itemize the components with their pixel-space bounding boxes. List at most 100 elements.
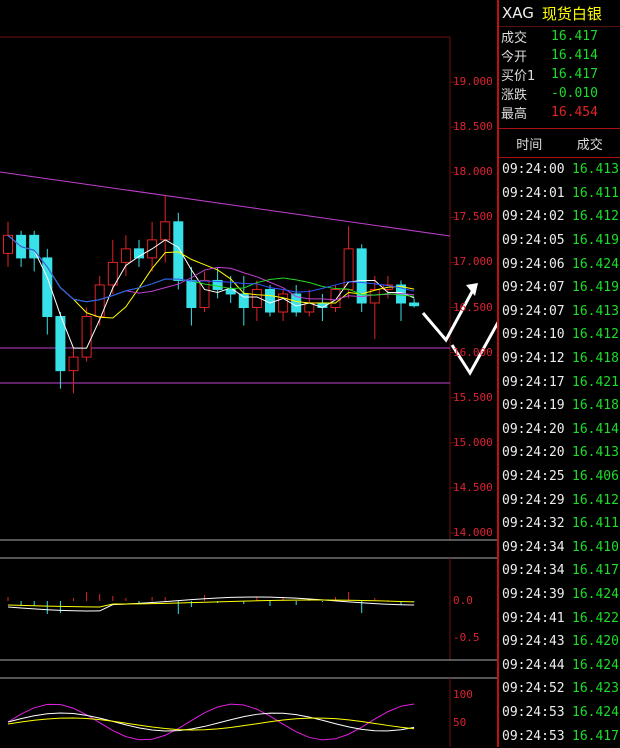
tick-price: 16.417 (572, 729, 619, 744)
tick-row[interactable]: 09:24:0016.413 (499, 158, 620, 182)
quote-label: 今开 (501, 46, 551, 65)
quote-value: -0.010 (551, 86, 598, 101)
tick-row[interactable]: 09:24:0216.412 (499, 205, 620, 229)
tick-time: 09:24:43 (502, 634, 572, 649)
tick-time: 09:24:39 (502, 587, 572, 602)
tick-row[interactable]: 09:24:2016.413 (499, 441, 620, 465)
tick-row[interactable]: 09:24:5216.423 (499, 677, 620, 701)
tick-time: 09:24:44 (502, 658, 572, 673)
tick-time: 09:24:34 (502, 563, 572, 578)
tick-price: 16.411 (572, 186, 619, 201)
tick-time: 09:24:06 (502, 257, 572, 272)
tick-price: 16.418 (572, 351, 619, 366)
price-axis-label: 16.000 (453, 346, 493, 359)
candle-body (121, 249, 130, 263)
tick-row[interactable]: 09:24:2016.414 (499, 418, 620, 442)
tick-price: 16.419 (572, 233, 619, 248)
tick-price: 16.424 (572, 587, 619, 602)
quote-value: 16.454 (551, 105, 598, 120)
ticks-header-price: 成交 (560, 134, 620, 153)
tick-row[interactable]: 09:24:4416.424 (499, 653, 620, 677)
tick-row[interactable]: 09:24:0716.413 (499, 300, 620, 324)
candle-body (344, 249, 353, 290)
kdj-axis-label-0: 100 (453, 688, 473, 701)
tick-time: 09:24:17 (502, 375, 572, 390)
price-axis-label: 16.500 (453, 301, 493, 314)
tick-price: 16.423 (572, 681, 619, 696)
quote-summary: 成交16.417今开16.414买价116.417涨跌-0.010最高16.45… (499, 27, 620, 122)
tick-price: 16.412 (572, 493, 619, 508)
candle-body (187, 280, 196, 307)
quote-panel: XAG 现货白银 成交16.417今开16.414买价116.417涨跌-0.0… (497, 0, 620, 747)
tick-list[interactable]: 09:24:0016.41309:24:0116.41109:24:0216.4… (499, 158, 620, 748)
price-axis-label: 18.000 (453, 165, 493, 178)
candle-body (161, 222, 170, 240)
tick-time: 09:24:10 (502, 327, 572, 342)
tick-time: 09:24:12 (502, 351, 572, 366)
tick-row[interactable]: 09:24:3916.424 (499, 583, 620, 607)
tick-row[interactable]: 09:24:3416.410 (499, 536, 620, 560)
candle-body (56, 317, 65, 371)
tick-price: 16.418 (572, 398, 619, 413)
tick-row[interactable]: 09:24:1016.412 (499, 323, 620, 347)
tick-time: 09:24:01 (502, 186, 572, 201)
tick-row[interactable]: 09:24:2916.412 (499, 488, 620, 512)
tick-price: 16.417 (572, 563, 619, 578)
price-axis-label: 15.500 (453, 391, 493, 404)
price-axis-label: 19.000 (453, 75, 493, 88)
quote-label: 成交 (501, 27, 551, 46)
candle-body (279, 294, 288, 312)
kline-chart[interactable]: 19.00018.50018.00017.50017.00016.50016.0… (0, 0, 497, 747)
kdj-j-line (8, 704, 414, 740)
price-axis-label: 18.500 (453, 120, 493, 133)
tick-price: 16.424 (572, 658, 619, 673)
macd-axis-label-1: -0.5 (453, 631, 480, 644)
tick-price: 16.419 (572, 280, 619, 295)
tick-row[interactable]: 09:24:5316.424 (499, 701, 620, 725)
symbol-name: 现货白银 (542, 3, 602, 24)
tick-price: 16.413 (572, 162, 619, 177)
tick-row[interactable]: 09:24:0716.419 (499, 276, 620, 300)
tick-row[interactable]: 09:24:0616.424 (499, 252, 620, 276)
tick-time: 09:24:52 (502, 681, 572, 696)
tick-row[interactable]: 09:24:5316.417 (499, 724, 620, 748)
tick-time: 09:24:05 (502, 233, 572, 248)
symbol-code: XAG (502, 4, 534, 22)
tick-row[interactable]: 09:24:0116.411 (499, 182, 620, 206)
tick-price: 16.421 (572, 375, 619, 390)
tick-row[interactable]: 09:24:1916.418 (499, 394, 620, 418)
price-axis-label: 14.500 (453, 481, 493, 494)
tick-time: 09:24:00 (502, 162, 572, 177)
macd-axis-label-0: 0.0 (453, 594, 473, 607)
tick-price: 16.412 (572, 327, 619, 342)
kdj-k-line (8, 713, 414, 731)
tick-time: 09:24:25 (502, 469, 572, 484)
quote-label: 最高 (501, 103, 551, 122)
candle-body (266, 289, 275, 312)
tick-price: 16.412 (572, 209, 619, 224)
tick-row[interactable]: 09:24:4316.420 (499, 630, 620, 654)
tick-row[interactable]: 09:24:2516.406 (499, 465, 620, 489)
tick-time: 09:24:41 (502, 611, 572, 626)
tick-row[interactable]: 09:24:1716.421 (499, 370, 620, 394)
tick-time: 09:24:34 (502, 540, 572, 555)
candle-body (174, 222, 183, 281)
tick-time: 09:24:19 (502, 398, 572, 413)
tick-price: 16.420 (572, 634, 619, 649)
quote-value: 16.417 (551, 29, 598, 44)
tick-row[interactable]: 09:24:1216.418 (499, 347, 620, 371)
tick-price: 16.414 (572, 422, 619, 437)
tick-row[interactable]: 09:24:3216.411 (499, 512, 620, 536)
quote-label: 买价1 (501, 65, 551, 84)
candle-body (82, 317, 91, 358)
tick-row[interactable]: 09:24:0516.419 (499, 229, 620, 253)
tick-time: 09:24:53 (502, 729, 572, 744)
candle-body (69, 357, 78, 371)
tick-row[interactable]: 09:24:3416.417 (499, 559, 620, 583)
candle-body (410, 303, 419, 306)
tick-price: 16.424 (572, 705, 619, 720)
price-axis-label: 17.000 (453, 255, 493, 268)
price-axis-label: 15.000 (453, 436, 493, 449)
tick-row[interactable]: 09:24:4116.422 (499, 606, 620, 630)
tick-time: 09:24:53 (502, 705, 572, 720)
